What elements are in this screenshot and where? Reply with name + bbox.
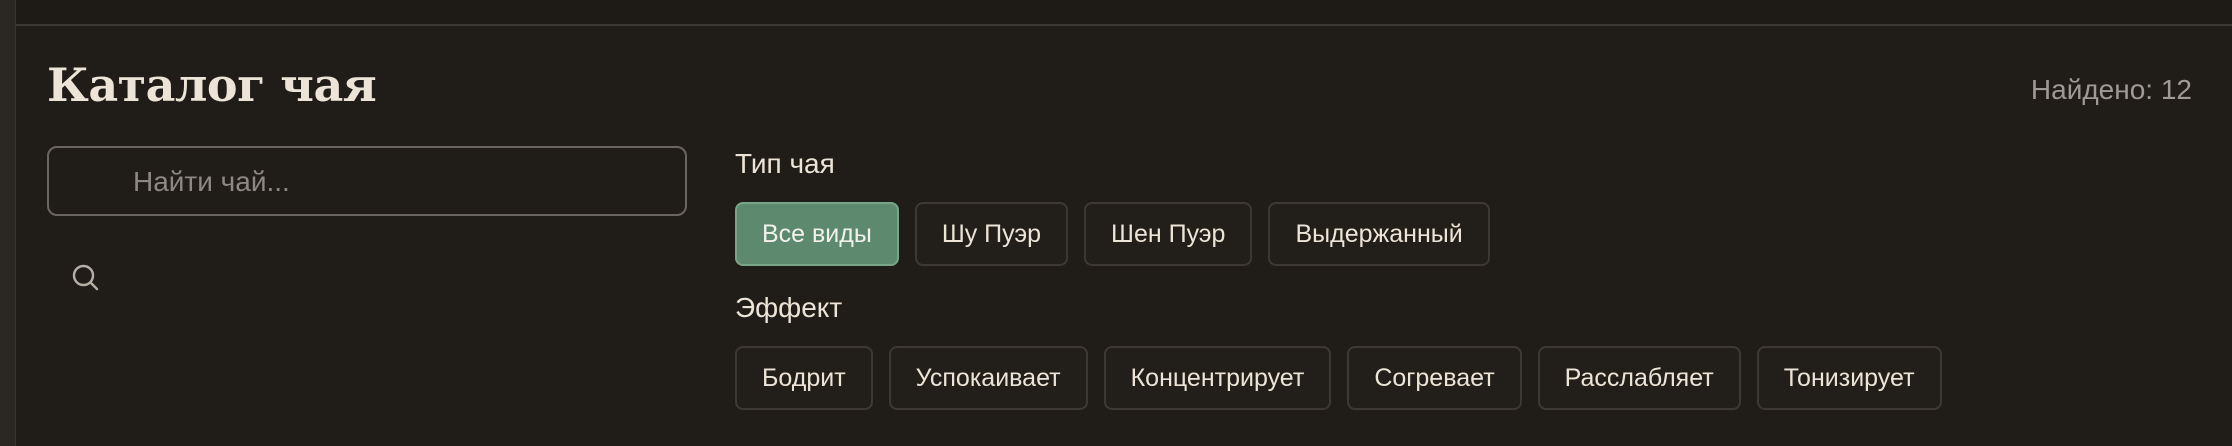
left-border xyxy=(0,0,16,446)
search-icon[interactable] xyxy=(70,262,102,294)
chip-focus[interactable]: Концентрирует xyxy=(1103,346,1332,410)
chip-tones[interactable]: Тонизирует xyxy=(1756,346,1942,410)
chip-shen-puer[interactable]: Шен Пуэр xyxy=(1084,202,1253,266)
results-count: Найдено: 12 xyxy=(2030,74,2192,105)
chip-warms[interactable]: Согревает xyxy=(1347,346,1522,410)
tea-type-label: Тип чая xyxy=(735,148,835,179)
effect-filters: Бодрит Успокаивает Концентрирует Согрева… xyxy=(735,346,1942,410)
effect-label: Эффект xyxy=(735,292,843,323)
chip-invigorates[interactable]: Бодрит xyxy=(735,346,873,410)
chip-calms[interactable]: Успокаивает xyxy=(888,346,1088,410)
search-field[interactable] xyxy=(47,146,687,216)
app-frame: Каталог чая Найдено: 12 Тип чая Все виды… xyxy=(0,0,2232,446)
top-bar xyxy=(16,0,2232,26)
search-input[interactable] xyxy=(131,148,655,216)
chip-all-types[interactable]: Все виды xyxy=(735,202,899,266)
tea-type-filters: Все виды Шу Пуэр Шен Пуэр Выдержанный xyxy=(735,202,1490,266)
page-title: Каталог чая xyxy=(47,58,377,112)
chip-aged[interactable]: Выдержанный xyxy=(1268,202,1490,266)
chip-relaxes[interactable]: Расслабляет xyxy=(1537,346,1741,410)
chip-shu-puer[interactable]: Шу Пуэр xyxy=(914,202,1069,266)
